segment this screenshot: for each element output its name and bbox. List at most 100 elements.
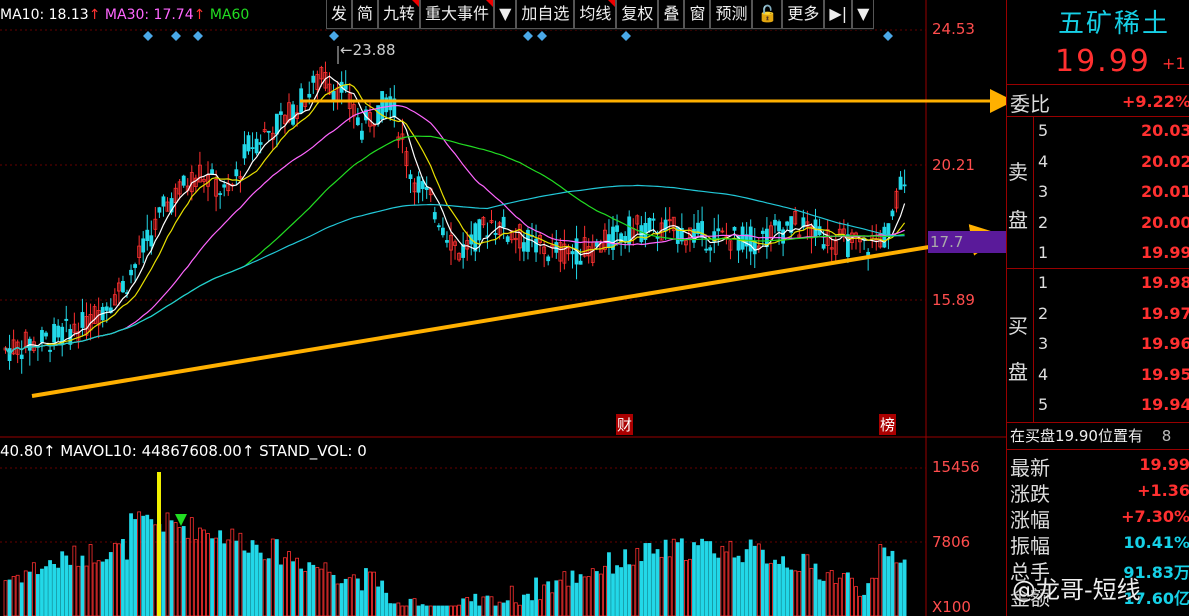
stock-name[interactable]: 五矿稀土 bbox=[1058, 3, 1170, 40]
volume-bar bbox=[27, 571, 32, 616]
bids-row[interactable]: 3 19.96 bbox=[1038, 331, 1189, 362]
volume-bar bbox=[489, 596, 494, 616]
volume-bar bbox=[805, 554, 810, 616]
volume-bar bbox=[793, 570, 798, 616]
toolbar-button-12[interactable]: 更多 bbox=[782, 0, 825, 29]
ma30-arrow: ↑ bbox=[193, 7, 206, 23]
candle-body bbox=[52, 323, 56, 343]
volume-bar bbox=[789, 569, 794, 616]
candle-body bbox=[440, 227, 445, 236]
asks-row[interactable]: 5 20.03 bbox=[1038, 118, 1189, 149]
volume-bar bbox=[60, 551, 65, 616]
bids-row[interactable]: 2 19.97 bbox=[1038, 301, 1189, 332]
price-axis-low: 15.89 bbox=[932, 291, 975, 309]
candle-body bbox=[704, 248, 709, 251]
volume-bar bbox=[165, 512, 170, 616]
vol-value: 40.80↑ bbox=[0, 442, 56, 460]
toolbar-button-1[interactable]: 简 bbox=[352, 0, 379, 29]
candle-body bbox=[149, 235, 154, 247]
volume-bar bbox=[72, 545, 77, 616]
volume-bar bbox=[36, 574, 40, 616]
event-diamond-icon[interactable] bbox=[171, 31, 181, 41]
ma120-line bbox=[4, 184, 905, 356]
volume-bar bbox=[813, 563, 818, 616]
candle-body bbox=[505, 236, 510, 242]
volume-bar bbox=[611, 573, 615, 616]
candle-body bbox=[359, 130, 364, 140]
toolbar-button-2[interactable]: 九转 bbox=[378, 0, 421, 29]
volume-bar bbox=[631, 564, 636, 616]
volume-bar bbox=[436, 605, 441, 616]
toolbar-button-6[interactable]: 均线 bbox=[574, 0, 617, 29]
volume-bar bbox=[558, 579, 563, 616]
event-diamond-icon[interactable] bbox=[329, 31, 339, 41]
support-trend-arrow bbox=[31, 224, 1003, 398]
volume-bar bbox=[400, 605, 405, 616]
dragon-tiger-list-marker[interactable]: 榜 bbox=[879, 414, 897, 435]
event-diamond-icon[interactable] bbox=[193, 31, 203, 41]
volume-bar bbox=[522, 594, 526, 616]
asks-row[interactable]: 1 19.99 bbox=[1038, 240, 1189, 271]
stat-value: 10.41% bbox=[1123, 533, 1189, 552]
order-notice[interactable]: 在买盘19.90位置有 8 bbox=[1010, 425, 1171, 446]
candle-body bbox=[19, 354, 24, 359]
volume-bar bbox=[647, 543, 652, 616]
volume-bar bbox=[756, 543, 761, 616]
volume-bar bbox=[505, 600, 510, 616]
volume-bar bbox=[343, 578, 348, 616]
volume-bar bbox=[226, 539, 231, 616]
toolbar-button-5[interactable]: 加自选 bbox=[516, 0, 575, 29]
candle-body bbox=[615, 225, 619, 232]
toolbar-button-10[interactable]: 预测 bbox=[710, 0, 753, 29]
toolbar-button-3[interactable]: 重大事件 bbox=[420, 0, 495, 29]
toolbar-button-9[interactable]: 窗 bbox=[684, 0, 711, 29]
volume-bar bbox=[740, 562, 745, 616]
volume-bar bbox=[169, 520, 174, 616]
volume-bar bbox=[408, 598, 413, 616]
asks-row[interactable]: 4 20.02 bbox=[1038, 149, 1189, 180]
volume-bar bbox=[777, 563, 781, 616]
event-diamond-icon[interactable] bbox=[883, 31, 893, 41]
volume-bar bbox=[359, 590, 364, 616]
volume-bar bbox=[760, 549, 765, 616]
event-diamond-icon[interactable] bbox=[621, 31, 631, 41]
candle-body bbox=[785, 221, 790, 226]
bid-list: 1 19.98 2 19.97 3 19.96 4 19.95 5 19.94 bbox=[1038, 270, 1189, 423]
volume-bar bbox=[663, 539, 668, 616]
volume-bar bbox=[327, 571, 332, 616]
candle-body bbox=[133, 264, 138, 268]
volume-bar bbox=[364, 568, 368, 616]
toolbar-button-8[interactable]: 叠 bbox=[658, 0, 685, 29]
event-diamond-icon[interactable] bbox=[143, 31, 153, 41]
bids-row[interactable]: 5 19.94 bbox=[1038, 392, 1189, 423]
toolbar-button-13[interactable]: ▶| bbox=[824, 0, 853, 29]
volume-bar bbox=[84, 565, 89, 616]
volume-bar bbox=[878, 544, 883, 616]
asks-price: 20.01 bbox=[1141, 182, 1189, 201]
bids-row[interactable]: 1 19.98 bbox=[1038, 270, 1189, 301]
volume-bar bbox=[351, 574, 356, 616]
asks-row[interactable]: 3 20.01 bbox=[1038, 179, 1189, 210]
toolbar-button-0[interactable]: 发 bbox=[326, 0, 353, 29]
candle-body bbox=[445, 240, 449, 243]
asks-row[interactable]: 2 20.00 bbox=[1038, 210, 1189, 241]
volume-bar bbox=[19, 582, 24, 616]
financial-report-marker[interactable]: 财 bbox=[616, 414, 634, 435]
event-diamond-icon[interactable] bbox=[537, 31, 547, 41]
toolbar-button-14[interactable]: ▼ bbox=[852, 0, 875, 29]
event-diamond-icon[interactable] bbox=[523, 31, 533, 41]
volume-bar bbox=[234, 540, 239, 616]
toolbar-button-4[interactable]: ▼ bbox=[494, 0, 517, 29]
volume-bar bbox=[829, 570, 834, 616]
volume-bar bbox=[493, 605, 498, 616]
volume-bar bbox=[250, 540, 255, 616]
toolbar-button-7[interactable]: 复权 bbox=[616, 0, 659, 29]
kline-chart[interactable] bbox=[0, 0, 1006, 616]
bids-row[interactable]: 4 19.95 bbox=[1038, 362, 1189, 393]
volume-bar bbox=[477, 605, 482, 616]
stat-label: 振幅 bbox=[1010, 534, 1050, 558]
volume-bar bbox=[125, 559, 129, 616]
stat-label: 涨幅 bbox=[1010, 508, 1050, 532]
volume-bar bbox=[181, 526, 186, 616]
toolbar-button-11[interactable]: 🔓 bbox=[752, 0, 783, 29]
